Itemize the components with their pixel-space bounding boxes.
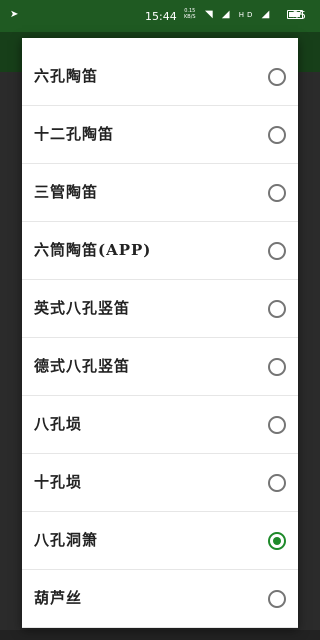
option-label: 八孔洞箫 (34, 531, 99, 549)
radio-unselected-icon[interactable] (268, 358, 286, 376)
option-row[interactable]: 六筒陶笛(APP) (22, 222, 298, 280)
signal-icon-2: ◢ (261, 9, 273, 20)
option-label: 八孔埙 (34, 415, 83, 433)
option-label: 十孔埙 (34, 473, 83, 491)
option-row[interactable]: 葫芦丝 (22, 570, 298, 628)
wifi-icon: ◥ (205, 9, 216, 20)
radio-unselected-icon[interactable] (268, 184, 286, 202)
radio-unselected-icon[interactable] (268, 126, 286, 144)
radio-selected-icon[interactable] (268, 532, 286, 550)
navigation-arrow-icon: ➤ (10, 9, 19, 20)
radio-unselected-icon[interactable] (268, 68, 286, 86)
signal-icon: ◢ (221, 9, 233, 20)
option-label: 六筒陶笛(APP) (34, 241, 152, 259)
option-row[interactable]: 八孔埙 (22, 396, 298, 454)
option-row[interactable]: 十孔埙 (22, 454, 298, 512)
hd-badge: HD (238, 11, 256, 19)
option-row[interactable]: 十二孔陶笛 (22, 106, 298, 164)
status-time: 15:44 (145, 10, 177, 23)
option-label: 葫芦丝 (34, 589, 83, 607)
status-bar: ➤ 15:44 0.15 KB/S ◥ ◢ HD ◢ 95 (0, 0, 320, 32)
network-speed: 0.15 KB/S (184, 8, 196, 20)
status-icons: ◥ ◢ HD ◢ (205, 9, 272, 20)
radio-unselected-icon[interactable] (268, 300, 286, 318)
option-row[interactable]: 三管陶笛 (22, 164, 298, 222)
radio-unselected-icon[interactable] (268, 590, 286, 608)
option-label: 六孔陶笛 (34, 67, 99, 85)
bottom-strip (0, 630, 320, 640)
radio-unselected-icon[interactable] (268, 416, 286, 434)
option-row[interactable]: 八孔洞箫 (22, 512, 298, 570)
option-row[interactable]: 六孔陶笛 (22, 48, 298, 106)
option-row[interactable]: 英式八孔竖笛 (22, 280, 298, 338)
option-label: 英式八孔竖笛 (34, 299, 131, 317)
option-label: 十二孔陶笛 (34, 125, 115, 143)
instrument-select-dialog: 六孔陶笛十二孔陶笛三管陶笛六筒陶笛(APP) 英式八孔竖笛 德式八孔竖笛 八孔埙十孔埙… (22, 38, 298, 628)
radio-unselected-icon[interactable] (268, 474, 286, 492)
option-row[interactable]: 德式八孔竖笛 (22, 338, 298, 396)
option-label: 三管陶笛 (34, 183, 99, 201)
network-speed-unit: KB/S (184, 14, 196, 20)
battery-percent: 95 (292, 9, 306, 22)
option-label: 德式八孔竖笛 (34, 357, 131, 375)
radio-unselected-icon[interactable] (268, 242, 286, 260)
